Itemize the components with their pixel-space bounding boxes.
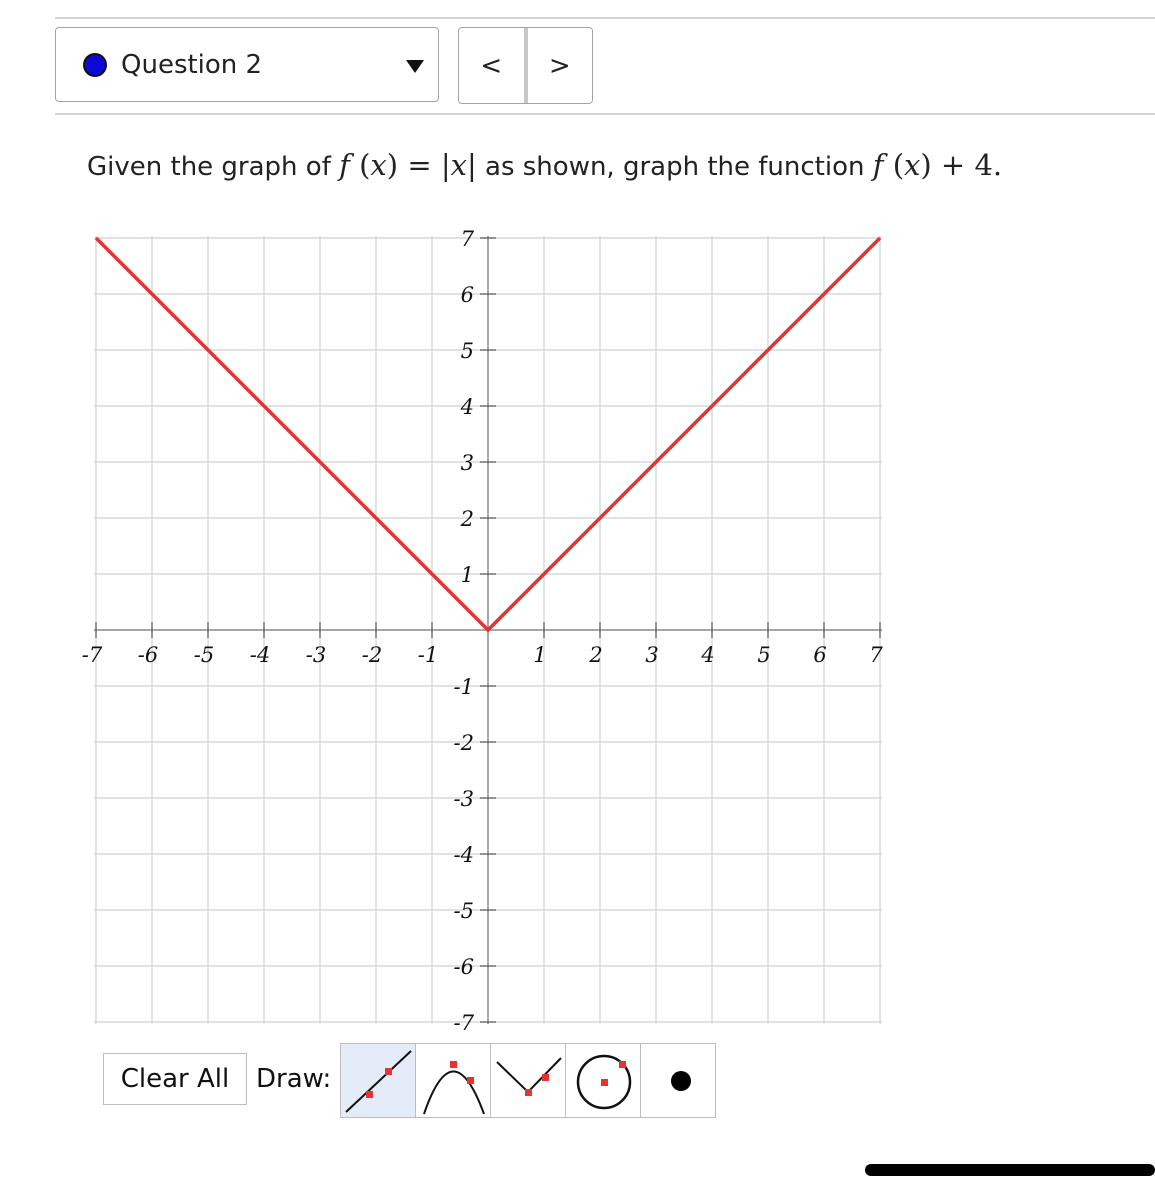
x-tick-label: 2 [588,643,602,667]
absolute-value-tool[interactable] [490,1043,566,1118]
x-tick-label: -4 [250,643,270,667]
x-tick-label: -7 [82,643,103,667]
x-tick-label: 6 [813,643,826,667]
scroll-indicator[interactable] [865,1164,1155,1176]
previous-question-button[interactable]: < [459,28,528,103]
question-nav: < > [458,27,593,104]
y-tick-label: -2 [454,731,474,755]
x-tick-label: 1 [533,643,546,667]
parabola-icon [423,1061,485,1115]
y-tick-label: -3 [454,787,474,811]
line-icon [345,1050,412,1113]
x-tick-label: -3 [306,643,326,667]
prompt-middle: as shown, graph the function [485,152,873,182]
y-tick-label: -1 [454,675,474,699]
x-tick-label: -1 [418,643,438,667]
top-divider [55,17,1155,19]
x-tick-label: 4 [700,643,714,667]
y-tick-label: -7 [454,1011,475,1035]
y-tick-label: 7 [461,227,475,251]
given-function-formula: f (x) = |x| [339,148,477,182]
graph-canvas[interactable]: -7 -6 -5 -4 -3 -2 -1 1 2 3 4 5 6 7 7 6 5 4 3 2 1 -1 -2 -3 -4 -5 -6… [80,220,900,1035]
point-icon [671,1071,691,1091]
x-tick-label: 7 [869,643,883,667]
next-question-button[interactable]: > [527,28,592,103]
caret-down-icon[interactable] [406,60,424,73]
y-tick-label: 4 [460,395,474,419]
y-tick-label: 2 [460,507,474,531]
draw-label: Draw: [256,1064,332,1094]
prompt-lead: Given the graph of [87,152,340,182]
x-tick-label: -5 [194,643,214,667]
y-tick-label: -4 [454,843,474,867]
line-tool[interactable] [340,1043,416,1118]
question-select[interactable]: Question 2 [55,27,439,102]
target-function-formula: f (x) + 4. [872,148,1003,182]
y-tick-label: 1 [461,563,474,587]
question-label: Question 2 [121,50,263,80]
y-tick-label: 6 [461,283,474,307]
circle-tool[interactable] [565,1043,641,1118]
circle-icon [576,1054,632,1110]
question-status-dot [83,53,107,77]
parabola-tool[interactable] [415,1043,491,1118]
y-tick-label: 3 [461,451,474,475]
y-tick-label: -6 [454,955,474,979]
question-prompt: Given the graph of f (x) = |x| as shown,… [87,148,1002,182]
y-tick-label: 5 [461,339,474,363]
header-divider [55,113,1155,115]
x-tick-label: 3 [645,643,658,667]
point-tool[interactable] [640,1043,716,1118]
x-tick-label: -6 [138,643,158,667]
clear-all-button[interactable]: Clear All [103,1053,247,1105]
x-tick-label: -2 [362,643,382,667]
y-tick-label: -5 [454,899,474,923]
x-tick-label: 5 [757,643,770,667]
absolute-value-icon [496,1057,562,1096]
